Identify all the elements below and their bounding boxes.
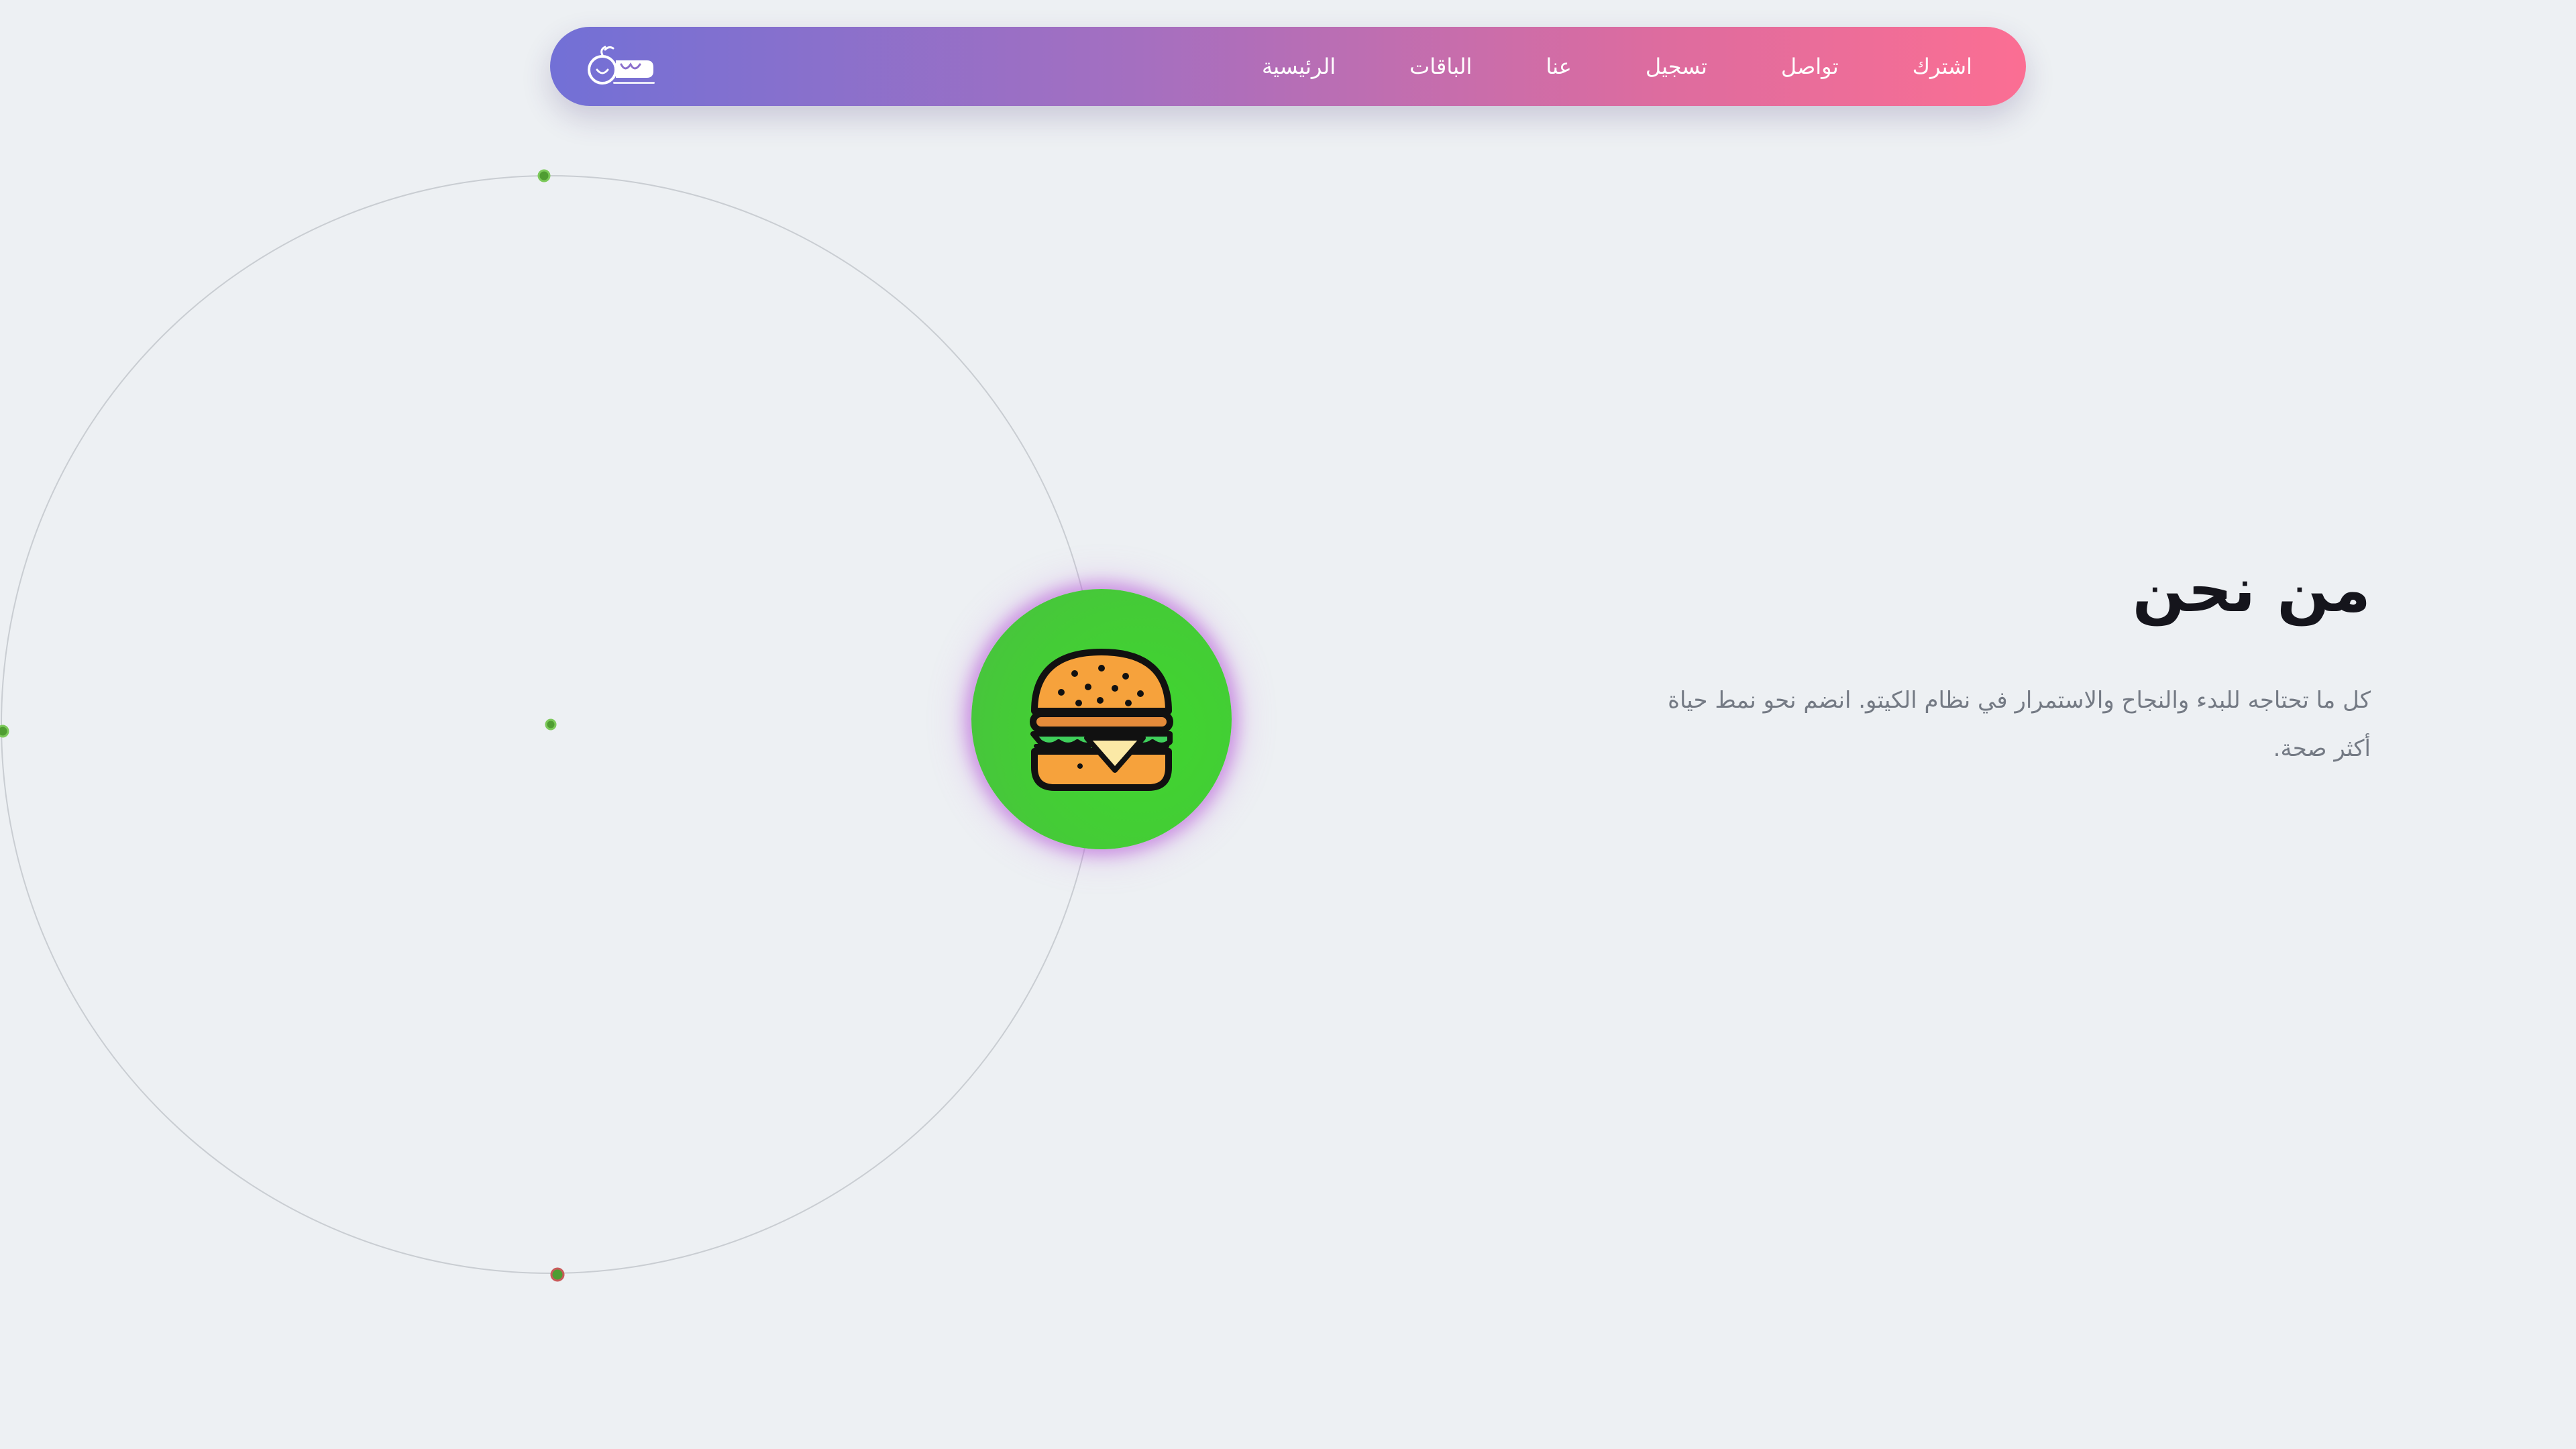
- orbit-dot-bottom: [550, 1267, 565, 1282]
- nav-link-packages[interactable]: الباقات: [1409, 54, 1472, 79]
- about-description: كل ما تحتاجه للبدء والنجاح والاستمرار في…: [1668, 687, 2371, 762]
- nav-link-about[interactable]: عنا: [1546, 54, 1572, 79]
- nav-link-register[interactable]: تسجيل: [1646, 54, 1707, 79]
- navbar: اشترك تواصل تسجيل عنا الباقات الرئيسية: [550, 27, 2026, 106]
- about-title: من نحن: [2132, 554, 2371, 626]
- orbit-dot-left: [0, 724, 9, 738]
- orbit-dot-top: [537, 169, 551, 182]
- nav-link-subscribe[interactable]: اشترك: [1913, 54, 1972, 79]
- burger-icon: [1030, 649, 1173, 791]
- burger-badge: [971, 589, 1232, 849]
- nav-link-contact[interactable]: تواصل: [1781, 54, 1839, 79]
- orbit-dot-center: [545, 718, 557, 731]
- logo[interactable]: [582, 40, 663, 94]
- nav-links: اشترك تواصل تسجيل عنا الباقات الرئيسية: [1262, 27, 1972, 106]
- nav-link-home[interactable]: الرئيسية: [1262, 54, 1336, 79]
- about-section: من نحن كل ما تحتاجه للبدء والنجاح والاست…: [1666, 550, 2371, 773]
- keto-apple-logo-icon: [588, 46, 655, 85]
- page: اشترك تواصل تسجيل عنا الباقات الرئيسية م…: [0, 0, 2576, 1449]
- orbit-ring: [1, 175, 1099, 1274]
